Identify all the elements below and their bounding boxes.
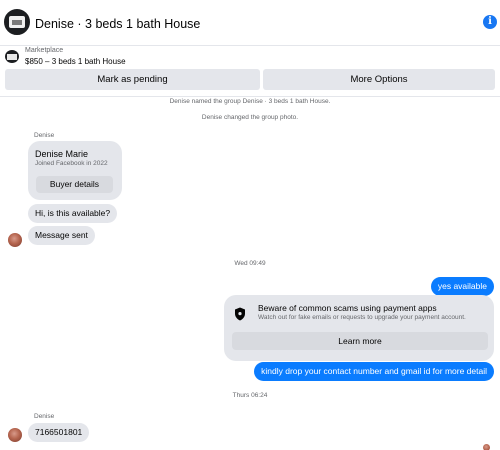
buyer-contact-card: Denise Marie Joined Facebook in 2022 Buy… bbox=[28, 141, 122, 200]
read-receipt-avatar bbox=[483, 444, 490, 450]
mark-as-pending-button[interactable]: Mark as pending bbox=[5, 69, 260, 90]
listing-price-title[interactable]: $850 – 3 beds 1 bath House bbox=[25, 57, 126, 66]
listing-source: Marketplace bbox=[25, 47, 64, 54]
buyer-joined-date: Joined Facebook in 2022 bbox=[35, 160, 108, 167]
timestamp: Wed 09:49 bbox=[234, 260, 266, 267]
buyer-name: Denise Marie bbox=[35, 149, 89, 159]
scam-warning-title: Beware of common scams using payment app… bbox=[258, 303, 437, 313]
scam-warning-body: Watch out for fake emails or requests to… bbox=[258, 314, 466, 321]
message-bubble-incoming[interactable]: Message sent bbox=[28, 226, 95, 245]
shield-icon bbox=[235, 307, 245, 321]
buyer-details-button[interactable]: Buyer details bbox=[36, 176, 113, 193]
learn-more-button[interactable]: Learn more bbox=[232, 332, 488, 350]
message-bubble-outgoing[interactable]: yes available bbox=[430, 277, 494, 296]
sender-name: Denise bbox=[34, 132, 55, 139]
header-divider bbox=[0, 96, 500, 97]
system-message-photo: Denise changed the group photo. bbox=[201, 114, 299, 121]
message-bubble-outgoing[interactable]: kindly drop your contact number and gmai… bbox=[254, 362, 494, 381]
listing-thumbnail[interactable] bbox=[5, 50, 19, 63]
scam-warning-card: Beware of common scams using payment app… bbox=[224, 295, 494, 361]
system-message-rename: Denise named the group Denise · 3 beds 1… bbox=[169, 98, 331, 105]
sender-avatar[interactable] bbox=[8, 428, 22, 442]
listing-house-shape bbox=[7, 54, 17, 60]
timestamp: Thurs 06:24 bbox=[232, 392, 268, 399]
message-bubble-incoming[interactable]: 7166501801 bbox=[28, 423, 90, 442]
conversation-title[interactable]: Denise · 3 beds 1 bath House bbox=[35, 17, 200, 31]
house-window-shape bbox=[12, 20, 22, 25]
sender-avatar[interactable] bbox=[8, 233, 22, 247]
group-avatar[interactable] bbox=[4, 9, 30, 35]
conversation-header: Denise · 3 beds 1 bath House i bbox=[0, 0, 500, 46]
more-options-button[interactable]: More Options bbox=[263, 69, 495, 90]
info-icon[interactable]: i bbox=[483, 15, 497, 29]
message-bubble-incoming[interactable]: Hi, is this available? bbox=[28, 204, 118, 223]
sender-name: Denise bbox=[34, 413, 55, 420]
